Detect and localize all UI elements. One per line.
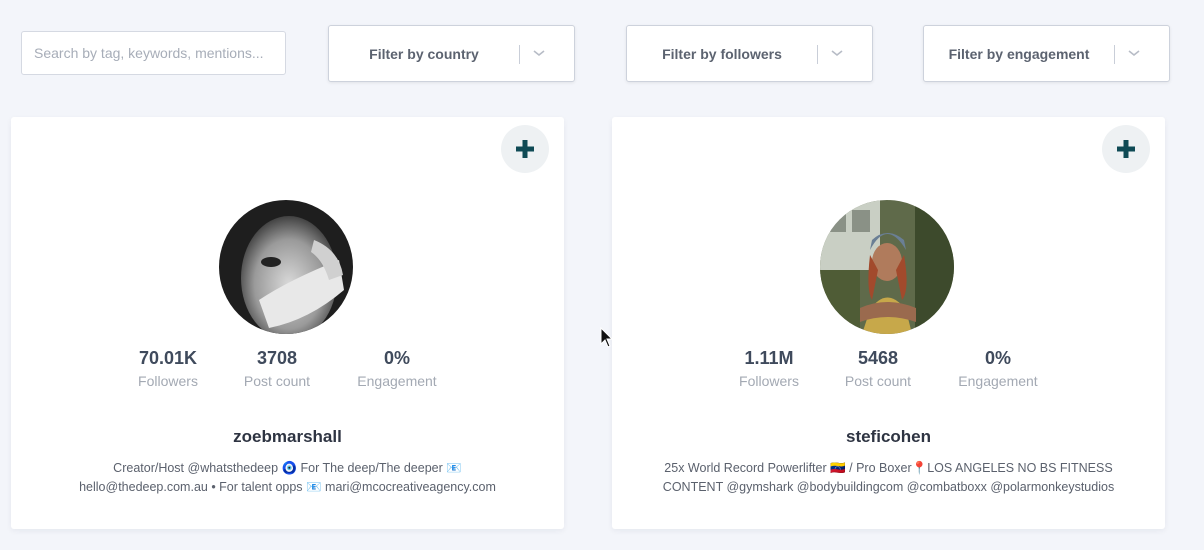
post-count-value: 3708 [256,348,298,368]
chevron-down-icon [1128,50,1140,57]
bio-line: CONTENT @gymshark @bodybuildingcom @comb… [662,480,1115,494]
username[interactable]: zoebmarshall [11,427,564,447]
influencer-card: 70.01K Followers 3708 Post count 0% Enga… [11,117,564,529]
country-filter-label: Filter by country [369,46,479,62]
engagement-value: 0% [383,348,410,368]
bio-line: hello@thedeep.com.au • For talent opps 📧… [79,480,496,494]
engagement-filter-label: Filter by engagement [948,46,1090,62]
bio: Creator/Host @whatsthedeep 🧿 For The dee… [51,459,524,497]
followers-label: Followers [739,373,799,389]
engagement-stat: 0% Engagement [337,345,457,389]
followers-value: 1.11M [744,348,794,368]
engagement-value: 0% [984,348,1011,368]
followers-label: Followers [138,373,198,389]
bio: 25x World Record Powerlifter 🇻🇪 / Pro Bo… [652,459,1125,497]
post-count-label: Post count [243,373,311,389]
post-count-value: 5468 [857,348,899,368]
post-count-label: Post count [844,373,912,389]
avatar[interactable] [219,200,353,334]
bio-line: 25x World Record Powerlifter 🇻🇪 / Pro Bo… [664,461,1113,475]
post-count-stat: 5468 Post count [818,345,938,389]
stats-row: 1.11M Followers 5468 Post count 0% Engag… [612,345,1165,395]
dropdown-separator [1114,45,1115,64]
chevron-down-icon [831,50,843,57]
post-count-stat: 3708 Post count [217,345,337,389]
bio-line: Creator/Host @whatsthedeep 🧿 For The dee… [113,461,462,475]
stats-row: 70.01K Followers 3708 Post count 0% Enga… [11,345,564,395]
username[interactable]: steficohen [612,427,1165,447]
engagement-label: Engagement [958,373,1038,389]
engagement-filter-dropdown[interactable]: Filter by engagement [923,25,1170,82]
add-influencer-button[interactable] [501,125,549,173]
dropdown-separator [817,45,818,64]
country-filter-dropdown[interactable]: Filter by country [328,25,575,82]
followers-value: 70.01K [138,348,198,368]
followers-filter-label: Filter by followers [662,46,782,62]
add-influencer-button[interactable] [1102,125,1150,173]
plus-icon [516,140,534,158]
engagement-label: Engagement [357,373,437,389]
profile-photo [219,200,353,334]
chevron-down-icon [533,50,545,57]
influencer-card: 1.11M Followers 5468 Post count 0% Engag… [612,117,1165,529]
followers-stat: 70.01K Followers [108,345,228,389]
search-input[interactable] [21,31,286,75]
filter-bar: Filter by country Filter by followers Fi… [0,0,1204,110]
plus-icon [1117,140,1135,158]
engagement-stat: 0% Engagement [938,345,1058,389]
followers-stat: 1.11M Followers [709,345,829,389]
mouse-cursor-icon [600,327,614,348]
dropdown-separator [519,45,520,64]
followers-filter-dropdown[interactable]: Filter by followers [626,25,873,82]
profile-photo [820,200,954,334]
avatar[interactable] [820,200,954,334]
